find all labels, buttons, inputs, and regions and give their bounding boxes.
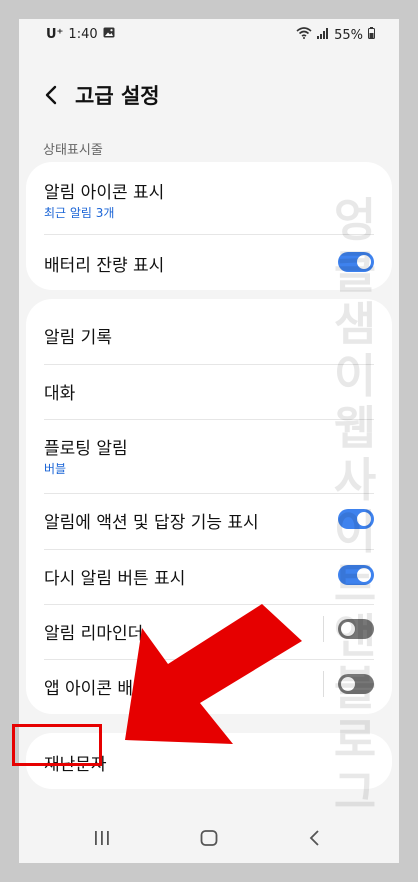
back-button[interactable] xyxy=(39,82,65,108)
snooze-button-toggle[interactable] xyxy=(338,565,374,585)
status-bar-settings-card: 알림 아이콘 표시 최근 알림 3개 배터리 잔량 표시 xyxy=(26,162,392,290)
snooze-button-row[interactable]: 다시 알림 버튼 표시 xyxy=(26,550,392,604)
emergency-alerts-card: 재난문자 xyxy=(26,733,392,789)
notification-reminder-label: 알림 리마인더 xyxy=(44,624,144,644)
battery-percent: 55% xyxy=(334,27,363,43)
vertical-separator xyxy=(323,616,324,642)
floating-notifications-label: 플로팅 알림 xyxy=(44,439,128,459)
floating-notifications-row[interactable]: 플로팅 알림 버블 xyxy=(26,420,392,493)
status-bar-left: U⁺ 1:40 xyxy=(46,27,115,42)
notification-settings-card: 알림 기록 대화 플로팅 알림 버블 알림에 액션 및 답장 기능 표시 다시 … xyxy=(26,299,392,714)
status-bar-right: 55% xyxy=(296,27,375,43)
chevron-left-icon xyxy=(45,85,57,105)
chevron-left-icon xyxy=(309,830,319,846)
home-icon xyxy=(200,830,218,846)
emergency-alerts-row[interactable]: 재난문자 xyxy=(26,733,392,789)
notification-history-row[interactable]: 알림 기록 xyxy=(26,299,392,355)
app-icon-badges-row[interactable]: 앱 아이콘 배지 xyxy=(26,660,392,714)
battery-percentage-toggle[interactable] xyxy=(338,252,374,272)
app-icon-badges-toggle[interactable] xyxy=(338,674,374,694)
notification-history-label: 알림 기록 xyxy=(44,328,112,348)
battery-percentage-label: 배터리 잔량 표시 xyxy=(44,256,165,276)
conversations-label: 대화 xyxy=(44,384,76,404)
action-reply-toggle[interactable] xyxy=(338,509,374,529)
signal-icon xyxy=(317,27,329,43)
recent-apps-button[interactable] xyxy=(93,829,111,851)
home-button[interactable] xyxy=(199,829,219,851)
status-bar: U⁺ 1:40 55% xyxy=(19,19,399,51)
navigation-bar xyxy=(19,819,399,859)
phone-screen: U⁺ 1:40 55% 고급 설정 상태표시줄 알림 아이콘 표시 최근 알림 … xyxy=(19,19,399,863)
notification-icons-value: 최근 알림 3개 xyxy=(44,206,115,220)
carrier-label: U⁺ xyxy=(46,27,64,42)
battery-percentage-row[interactable]: 배터리 잔량 표시 xyxy=(26,235,392,290)
snooze-button-label: 다시 알림 버튼 표시 xyxy=(44,569,186,589)
section-label-status-bar: 상태표시줄 xyxy=(43,143,103,158)
nav-back-button[interactable] xyxy=(307,829,323,851)
notification-icons-label: 알림 아이콘 표시 xyxy=(44,183,165,203)
notification-reminder-row[interactable]: 알림 리마인더 xyxy=(26,605,392,659)
floating-notifications-value: 버블 xyxy=(44,462,67,476)
action-reply-label: 알림에 액션 및 답장 기능 표시 xyxy=(44,513,259,533)
notification-icons-row[interactable]: 알림 아이콘 표시 최근 알림 3개 xyxy=(26,162,392,234)
notification-reminder-toggle[interactable] xyxy=(338,619,374,639)
battery-icon xyxy=(368,27,375,43)
clock: 1:40 xyxy=(68,27,98,42)
app-icon-badges-label: 앱 아이콘 배지 xyxy=(44,679,149,699)
app-header: 고급 설정 xyxy=(19,74,399,118)
recent-apps-icon xyxy=(95,831,109,845)
emergency-alerts-label: 재난문자 xyxy=(44,755,107,775)
conversations-row[interactable]: 대화 xyxy=(26,365,392,419)
vertical-separator xyxy=(323,671,324,697)
wifi-icon xyxy=(296,27,312,43)
action-reply-row[interactable]: 알림에 액션 및 답장 기능 표시 xyxy=(26,494,392,548)
page-title: 고급 설정 xyxy=(75,84,160,108)
gallery-notification-icon xyxy=(103,27,115,42)
